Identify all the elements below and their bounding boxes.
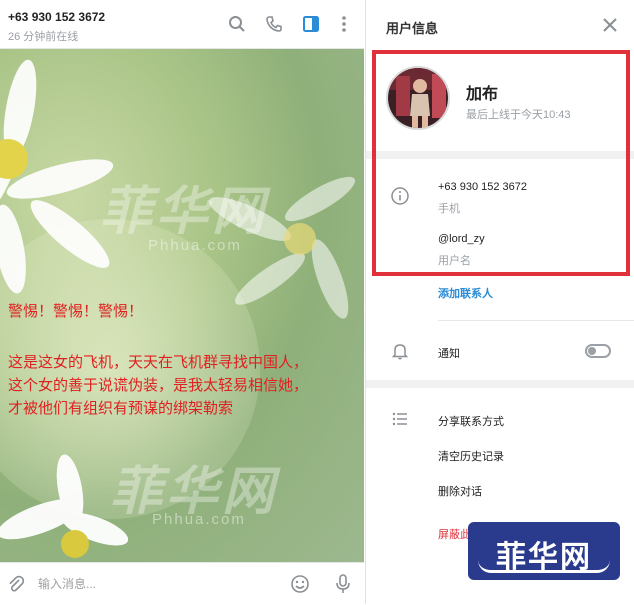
- block-user-button[interactable]: 屏蔽此: [438, 526, 471, 542]
- emoji-icon[interactable]: [290, 574, 310, 594]
- warning-line: 这是这女的飞机，天天在飞机群寻找中国人，: [8, 354, 309, 371]
- delete-chat-button[interactable]: 删除对话: [438, 483, 482, 499]
- warning-line: 这个女的善于说谎伪装，是我太轻易相信她，: [8, 377, 309, 394]
- row-divider: [438, 320, 634, 321]
- chat-wallpaper: 菲华网 Phhua.com 菲华网 Phhua.com 警惕！警惕！警惕！ 这是…: [0, 49, 364, 562]
- watermark-top-sub: Phhua.com: [148, 237, 242, 254]
- close-icon[interactable]: [602, 17, 618, 33]
- bell-icon: [391, 344, 409, 360]
- warning-heading: 警惕！警惕！警惕！: [8, 303, 144, 320]
- notifications-toggle[interactable]: [585, 344, 611, 358]
- logo-swoosh: [478, 560, 610, 573]
- add-contact-button[interactable]: 添加联系人: [438, 285, 493, 301]
- warning-line: 才被他们有组织有预谋的绑架勒索: [8, 400, 234, 417]
- share-contact-button[interactable]: 分享联系方式: [438, 413, 504, 429]
- phone-call-icon[interactable]: [264, 14, 284, 34]
- chat-header: +63 930 152 3672 26 分钟前在线: [0, 0, 364, 49]
- more-menu-icon[interactable]: [334, 14, 354, 34]
- notifications-label: 通知: [438, 348, 460, 360]
- list-icon: [392, 412, 407, 426]
- highlight-frame: [372, 50, 630, 276]
- message-input[interactable]: 输入消息...: [38, 575, 96, 592]
- attach-icon[interactable]: [6, 574, 26, 594]
- search-icon[interactable]: [227, 14, 247, 34]
- chat-pane: +63 930 152 3672 26 分钟前在线 菲华网 Phhua.com …: [0, 0, 364, 605]
- watermark-bottom-sub: Phhua.com: [152, 511, 246, 528]
- peer-title[interactable]: +63 930 152 3672: [8, 10, 105, 24]
- message-composer: 输入消息...: [0, 562, 364, 605]
- microphone-icon[interactable]: [333, 573, 353, 595]
- panel-title: 用户信息: [386, 21, 439, 36]
- peer-status: 26 分钟前在线: [8, 31, 79, 43]
- watermark-top: 菲华网: [100, 181, 269, 242]
- section-divider: [366, 380, 634, 388]
- clear-history-button[interactable]: 清空历史记录: [438, 448, 504, 464]
- sidebar-toggle-icon[interactable]: [301, 14, 321, 34]
- site-logo-badge: 菲华网: [468, 522, 620, 580]
